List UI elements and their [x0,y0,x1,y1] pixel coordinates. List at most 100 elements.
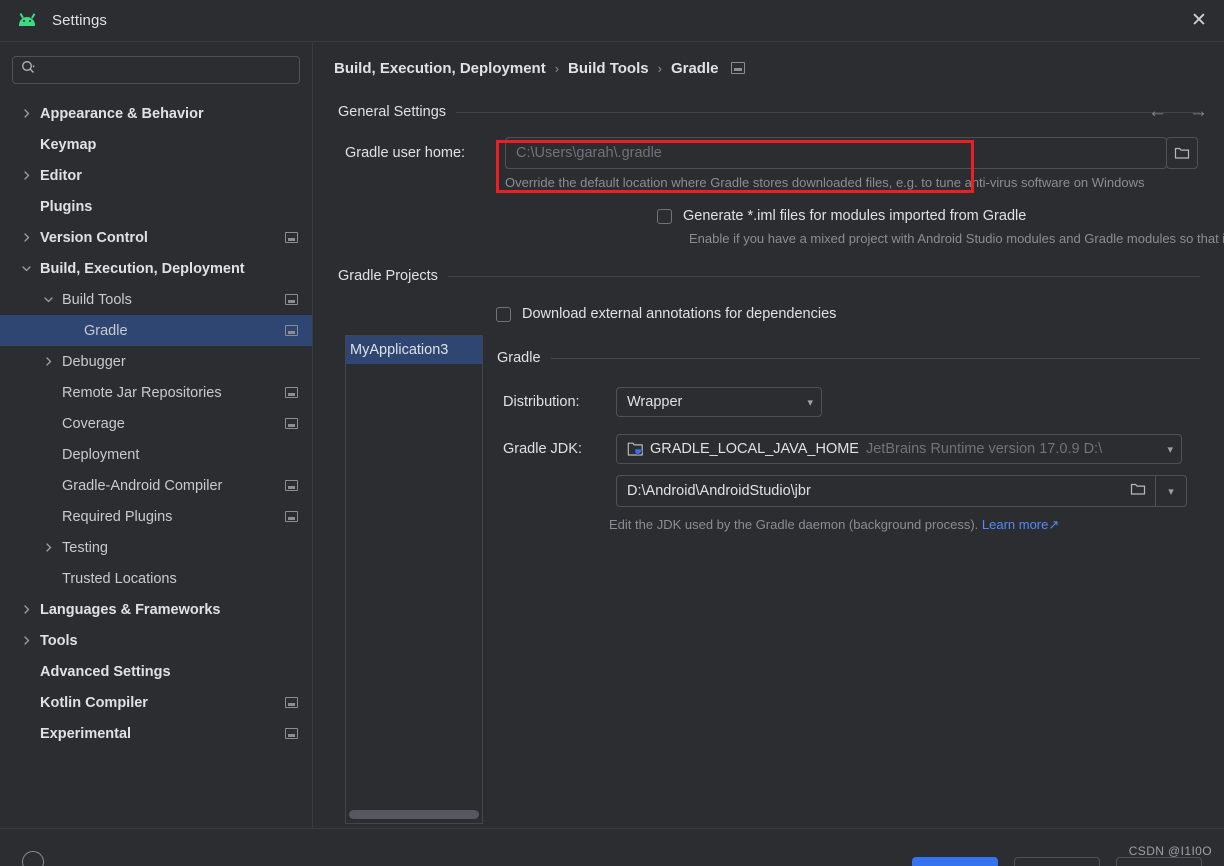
sidebar-item-experimental[interactable]: Experimental [0,718,312,749]
sidebar-item-gradle[interactable]: Gradle [0,315,312,346]
chevron-right-icon[interactable] [18,230,34,246]
sidebar-item-editor[interactable]: Editor [0,160,312,191]
title-bar: Settings ✕ [0,0,1224,41]
external-link-icon[interactable]: ↗ [1048,517,1059,532]
download-annotations-label[interactable]: Download external annotations for depend… [522,306,836,322]
sidebar-item-label: Deployment [62,446,140,463]
general-settings-title: General Settings [338,104,447,120]
sidebar-item-label: Advanced Settings [40,663,171,680]
apply-button[interactable] [1116,857,1202,866]
gradle-projects-list[interactable]: MyApplication3 [345,335,483,824]
distribution-row: Distribution: Wrapper ▾ [503,387,1224,417]
watermark: CSDN @I1I0O [1128,844,1212,858]
sidebar-item-gradle-android-compiler[interactable]: Gradle-Android Compiler [0,470,312,501]
folder-icon [1174,147,1190,159]
sidebar-item-label: Kotlin Compiler [40,694,148,711]
sidebar-item-kotlin-compiler[interactable]: Kotlin Compiler [0,687,312,718]
distribution-combobox[interactable]: Wrapper ▾ [616,387,822,417]
breadcrumb: Build, Execution, Deployment › Build Too… [313,42,1224,94]
generate-iml-row: Generate *.iml files for modules importe… [657,208,1224,224]
gradle-user-home-placeholder: C:\Users\garah\.gradle [516,145,662,161]
breadcrumb-item-1[interactable]: Build Tools [568,60,649,77]
sidebar-item-label: Editor [40,167,82,184]
list-item[interactable]: MyApplication3 [346,336,482,364]
chevron-right-icon[interactable] [18,602,34,618]
sidebar-item-trusted-locations[interactable]: Trusted Locations [0,563,312,594]
gradle-jdk-combobox[interactable]: GRADLE_LOCAL_JAVA_HOME JetBrains Runtime… [616,434,1182,464]
generate-iml-checkbox[interactable] [657,208,672,224]
sidebar-item-label: Trusted Locations [62,570,177,587]
gradle-user-home-browse-button[interactable] [1166,137,1198,169]
settings-sidebar: Appearance & Behavior Keymap Editor Plugins… [0,42,313,829]
sidebar-item-version-control[interactable]: Version Control [0,222,312,253]
sidebar-item-build-tools[interactable]: Build Tools [0,284,312,315]
sidebar-item-label: Testing [62,539,108,556]
chevron-right-icon[interactable] [40,354,56,370]
sidebar-item-required-plugins[interactable]: Required Plugins [0,501,312,532]
gradle-user-home-field[interactable]: C:\Users\garah\.gradle [505,137,1167,169]
sidebar-item-build-execution-deployment[interactable]: Build, Execution, Deployment [0,253,312,284]
search-field[interactable] [12,56,300,84]
chevron-right-icon[interactable] [18,633,34,649]
gradle-user-home-label: Gradle user home: [345,145,466,161]
arrow-right-icon[interactable]: → [1189,102,1208,121]
search-input[interactable] [42,62,291,78]
cancel-button[interactable] [1014,857,1100,866]
sidebar-item-label: Tools [40,632,78,649]
chevron-right-icon[interactable] [18,106,34,122]
gradle-subsection-title: Gradle [497,350,541,366]
settings-tree: Appearance & Behavior Keymap Editor Plugins… [0,98,312,749]
settings-sync-badge-icon [285,697,298,708]
sidebar-item-label: Appearance & Behavior [40,105,204,122]
sidebar-item-label: Remote Jar Repositories [62,384,222,401]
window-title: Settings [52,12,107,29]
distribution-label: Distribution: [503,394,580,410]
generate-iml-label[interactable]: Generate *.iml files for modules importe… [683,208,1026,224]
gradle-jdk-path-row: D:\Android\AndroidStudio\jbr ▾ [616,475,1224,507]
sidebar-item-debugger[interactable]: Debugger [0,346,312,377]
arrow-left-icon[interactable]: ← [1148,102,1167,121]
sidebar-item-plugins[interactable]: Plugins [0,191,312,222]
distribution-value: Wrapper [627,394,683,410]
sidebar-item-tools[interactable]: Tools [0,625,312,656]
settings-sync-badge-icon [285,387,298,398]
sidebar-item-appearance-behavior[interactable]: Appearance & Behavior [0,98,312,129]
divider [550,357,1200,359]
help-circle-icon[interactable] [22,851,44,866]
horizontal-scrollbar[interactable] [349,810,479,819]
download-annotations-checkbox[interactable] [496,306,511,322]
sidebar-item-label: Version Control [40,229,148,246]
sidebar-item-label: Required Plugins [62,508,173,525]
gradle-jdk-path-dropdown-button[interactable]: ▾ [1155,475,1187,507]
ok-button[interactable] [912,857,998,866]
learn-more-link[interactable]: Learn more [982,517,1048,532]
sidebar-item-label: Debugger [62,353,126,370]
dialog-footer [0,828,1224,866]
settings-sync-badge-icon [285,232,298,243]
folder-icon[interactable] [1130,482,1146,500]
sidebar-item-testing[interactable]: Testing [0,532,312,563]
sidebar-item-label: Build, Execution, Deployment [40,260,245,277]
breadcrumb-item-2[interactable]: Gradle [671,60,719,77]
close-icon[interactable]: ✕ [1180,2,1218,38]
divider [447,275,1200,277]
sidebar-item-languages-frameworks[interactable]: Languages & Frameworks [0,594,312,625]
sidebar-item-advanced-settings[interactable]: Advanced Settings [0,656,312,687]
gradle-jdk-path-value: D:\Android\AndroidStudio\jbr [627,483,811,499]
chevron-down-icon[interactable] [18,261,34,277]
download-annotations-row: Download external annotations for depend… [496,306,1224,322]
sidebar-item-coverage[interactable]: Coverage [0,408,312,439]
gradle-jdk-detail: JetBrains Runtime version 17.0.9 D:\ [865,441,1103,457]
chevron-right-icon[interactable] [18,168,34,184]
gradle-projects-header: Gradle Projects [338,268,1200,284]
chevron-right-icon[interactable] [40,540,56,556]
chevron-down-icon: ▾ [807,396,813,409]
sidebar-item-label: Build Tools [62,291,132,308]
gradle-jdk-path-field[interactable]: D:\Android\AndroidStudio\jbr [616,475,1156,507]
chevron-down-icon[interactable] [40,292,56,308]
sidebar-item-remote-jar-repositories[interactable]: Remote Jar Repositories [0,377,312,408]
sidebar-item-deployment[interactable]: Deployment [0,439,312,470]
gradle-jdk-row: Gradle JDK: GRADLE_LOCAL_JAVA_HOME JetBr… [503,434,1224,464]
sidebar-item-keymap[interactable]: Keymap [0,129,312,160]
breadcrumb-item-0[interactable]: Build, Execution, Deployment [334,60,546,77]
